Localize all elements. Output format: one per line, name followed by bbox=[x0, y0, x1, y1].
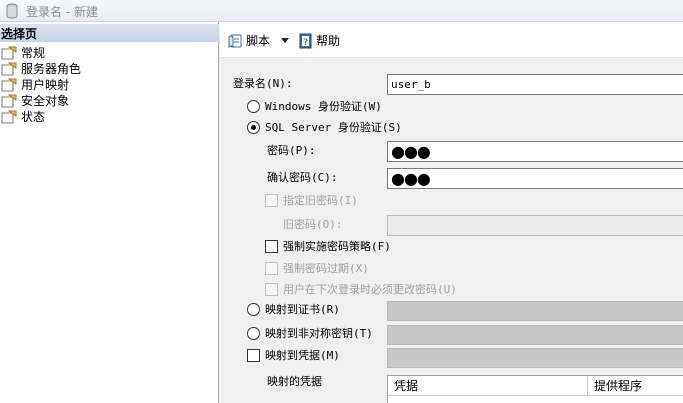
page-item-securables[interactable]: 安全对象 bbox=[0, 93, 200, 109]
help-button[interactable]: ? 帮助 bbox=[298, 32, 348, 50]
mapped-credentials-grid[interactable]: 凭据 提供程序 bbox=[387, 375, 683, 403]
old-password-input[interactable] bbox=[387, 215, 683, 236]
specify-old-password-label: 指定旧密码(I) bbox=[283, 194, 358, 207]
must-change-password-checkbox[interactable] bbox=[265, 283, 278, 296]
select-page-header: 选择页 bbox=[0, 24, 219, 42]
page-wrench-icon bbox=[1, 110, 17, 124]
script-dropdown-arrow[interactable] bbox=[280, 32, 292, 50]
enforce-password-expiration-checkbox[interactable] bbox=[265, 262, 278, 275]
login-name-label: 登录名(N): bbox=[233, 77, 293, 90]
mapped-credentials-label: 映射的凭据 bbox=[267, 375, 322, 388]
page-item-label: 服务器角色 bbox=[21, 62, 82, 76]
login-name-input[interactable]: user_b bbox=[387, 74, 683, 95]
page-item-label: 安全对象 bbox=[21, 94, 70, 108]
sql-auth-label: SQL Server 身份验证(S) bbox=[265, 121, 402, 134]
must-change-password-label: 用户在下次登录时必须更改密码(U) bbox=[283, 283, 457, 296]
password-input[interactable]: ●●● bbox=[387, 141, 683, 162]
page-item-status[interactable]: 状态 bbox=[0, 109, 200, 125]
general-page-form: 登录名(N): user_b Windows 身份验证(W) SQL Serve… bbox=[220, 59, 683, 403]
page-wrench-icon bbox=[1, 78, 17, 92]
map-certificate-label: 映射到证书(R) bbox=[265, 303, 340, 316]
asymmetric-key-dropdown[interactable] bbox=[387, 325, 683, 345]
page-wrench-icon bbox=[1, 46, 17, 60]
svg-text:?: ? bbox=[303, 38, 308, 48]
map-certificate-radio[interactable] bbox=[247, 303, 260, 316]
page-wrench-icon bbox=[1, 94, 17, 108]
title-bar: 登录名 - 新建 bbox=[0, 0, 683, 22]
map-credential-label: 映射到凭据(M) bbox=[265, 349, 340, 362]
password-label: 密码(P): bbox=[267, 144, 316, 157]
page-item-label: 用户映射 bbox=[21, 78, 70, 92]
enforce-password-expiration-label: 强制密码过期(X) bbox=[283, 262, 369, 275]
page-item-general[interactable]: 常规 bbox=[0, 45, 200, 61]
grid-header-credential[interactable]: 凭据 bbox=[388, 376, 588, 396]
specify-old-password-checkbox[interactable] bbox=[265, 194, 278, 207]
help-book-icon: ? bbox=[299, 33, 312, 49]
page-item-label: 常规 bbox=[21, 46, 46, 60]
enforce-password-policy-label: 强制实施密码策略(F) bbox=[283, 240, 391, 253]
enforce-password-policy-checkbox[interactable] bbox=[265, 240, 278, 253]
chevron-down-icon bbox=[281, 38, 289, 43]
confirm-password-input[interactable]: ●●● bbox=[387, 168, 683, 189]
sql-auth-radio[interactable] bbox=[247, 121, 260, 134]
page-item-label: 状态 bbox=[21, 110, 46, 124]
map-asymmetric-key-radio[interactable] bbox=[247, 327, 260, 340]
select-page-pane: 选择页 常规 服务器角色 用户映射 安全对象 状态 bbox=[0, 22, 219, 403]
confirm-password-label: 确认密码(C): bbox=[267, 171, 338, 184]
toolbar: 脚本 ? 帮助 bbox=[220, 22, 683, 58]
database-icon bbox=[6, 3, 18, 19]
page-item-server-roles[interactable]: 服务器角色 bbox=[0, 61, 200, 77]
page-item-user-mapping[interactable]: 用户映射 bbox=[0, 77, 200, 93]
credential-dropdown[interactable] bbox=[387, 348, 683, 368]
page-wrench-icon bbox=[1, 62, 17, 76]
old-password-label: 旧密码(O): bbox=[283, 218, 343, 231]
script-icon bbox=[228, 34, 242, 49]
help-button-label: 帮助 bbox=[316, 34, 341, 48]
script-button-label: 脚本 bbox=[246, 34, 271, 48]
script-button[interactable]: 脚本 bbox=[228, 32, 278, 50]
windows-auth-label: Windows 身份验证(W) bbox=[265, 100, 382, 113]
map-asymmetric-key-label: 映射到非对称密钥(T) bbox=[265, 327, 373, 340]
grid-header-provider[interactable]: 提供程序 bbox=[588, 376, 683, 396]
window-title: 登录名 - 新建 bbox=[26, 5, 98, 19]
certificate-dropdown[interactable] bbox=[387, 301, 683, 321]
map-credential-checkbox[interactable] bbox=[247, 349, 260, 362]
windows-auth-radio[interactable] bbox=[247, 100, 260, 113]
